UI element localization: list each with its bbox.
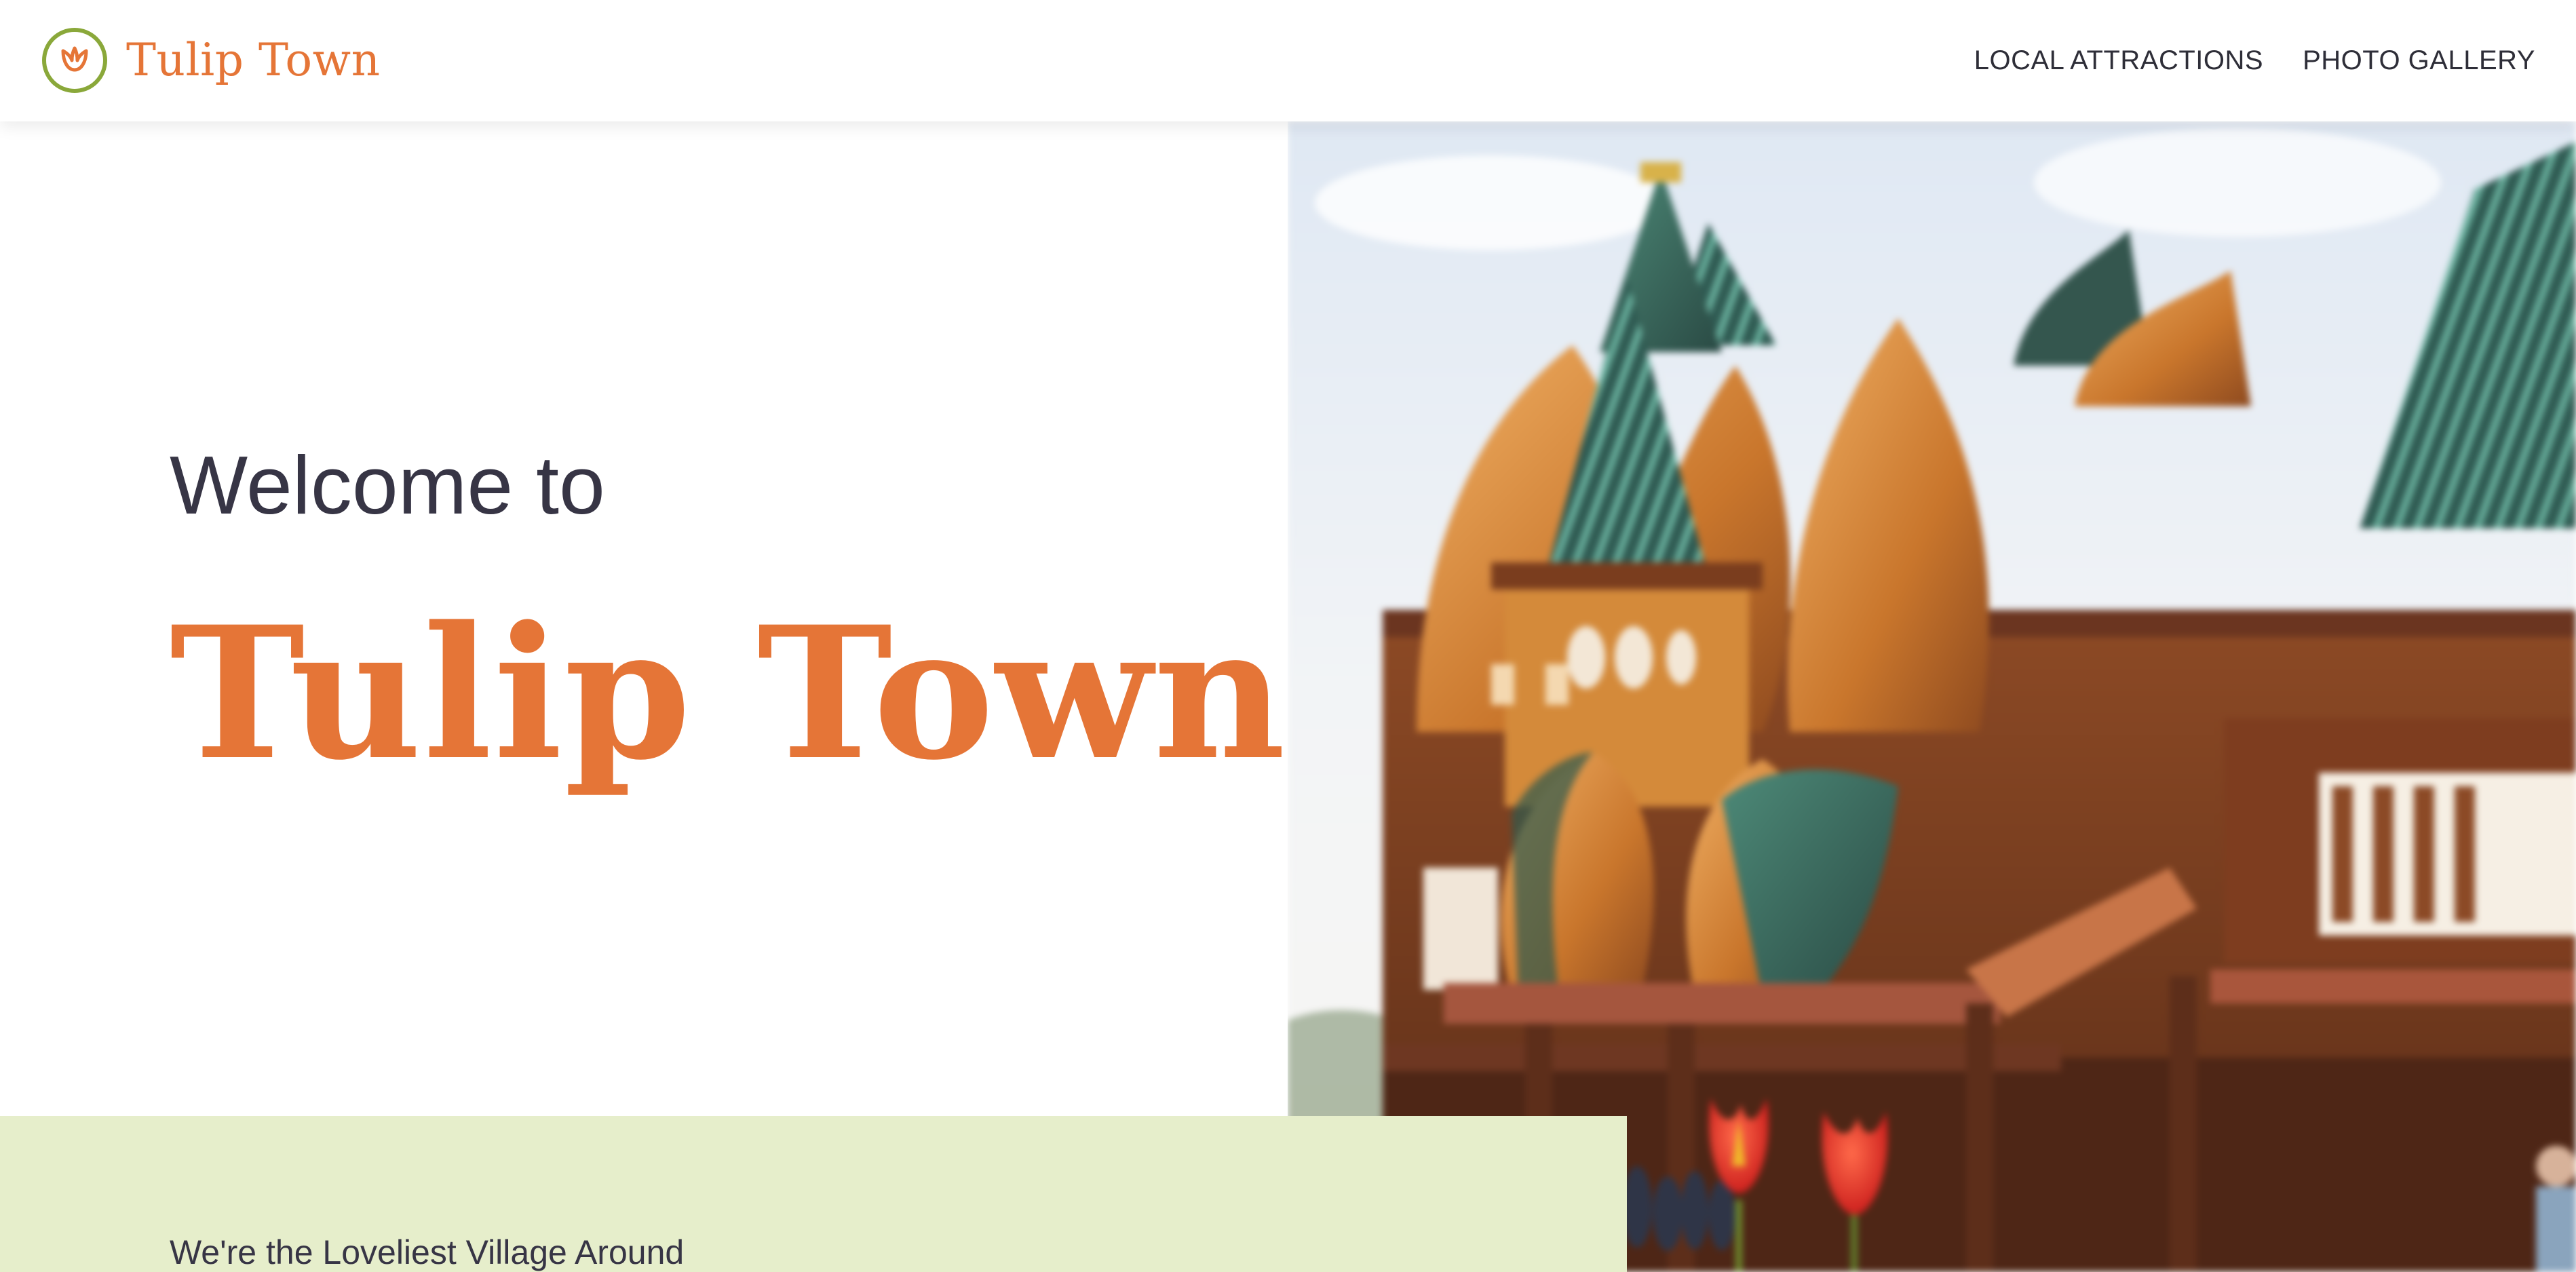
tulip-icon	[42, 28, 107, 93]
intro-section: We're the Loveliest Village Around	[0, 1116, 1627, 1272]
hero-text-panel: Welcome to Tulip Town	[0, 121, 1288, 1116]
brand-home-link[interactable]: Tulip Town	[41, 26, 381, 95]
nav-photo-gallery[interactable]: PHOTO GALLERY	[2303, 45, 2535, 76]
hero-photo	[1288, 121, 2576, 1272]
intro-heading: We're the Loveliest Village Around	[170, 1233, 685, 1271]
site-header: Tulip Town LOCAL ATTRACTIONS PHOTO GALLE…	[0, 0, 2576, 121]
nav-local-attractions[interactable]: LOCAL ATTRACTIONS	[1974, 45, 2263, 76]
main-nav: LOCAL ATTRACTIONS PHOTO GALLERY	[1935, 0, 2535, 121]
hero-welcome-text: Welcome to	[170, 439, 605, 531]
hero-title: Tulip Town	[170, 587, 1287, 801]
brand-name: Tulip Town	[126, 34, 381, 86]
